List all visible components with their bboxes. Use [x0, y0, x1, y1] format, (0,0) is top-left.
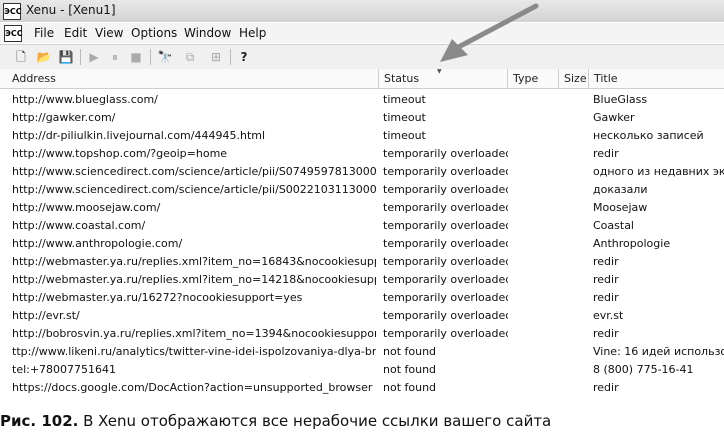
cell-status: temporarily overloaded	[383, 255, 508, 268]
table-row[interactable]: http://www.coastal.com/temporarily overl…	[0, 217, 724, 235]
cell-status: not found	[383, 363, 437, 376]
table-row[interactable]: http://www.topshop.com/?geoip=home tempor…	[0, 145, 724, 163]
cell-address: http://evr.st/	[12, 309, 80, 322]
cell-status: temporarily overloaded	[383, 219, 508, 232]
table-row[interactable]: https://docs.google.com/DocAction?action…	[0, 379, 724, 397]
cell-title: redir	[593, 255, 619, 268]
cell-address: tel:+78007751641	[12, 363, 117, 376]
table-row[interactable]: http://webmaster.ya.ru/replies.xml?item_…	[0, 271, 724, 289]
cell-address: http://webmaster.ya.ru/16272?nocookiesup…	[12, 291, 303, 304]
table-row[interactable]: http://www.sciencedirect.com/science/art…	[0, 181, 724, 199]
cell-address: https://docs.google.com/DocAction?action…	[12, 381, 373, 394]
cell-title: Anthropologie	[593, 237, 671, 250]
cell-status: temporarily overloaded	[383, 183, 508, 196]
cell-title: redir	[593, 291, 619, 304]
cell-address: http://www.moosejaw.com/	[12, 201, 161, 214]
table-row[interactable]: http://www.moosejaw.com/temporarily over…	[0, 199, 724, 217]
cell-status: not found	[383, 345, 437, 358]
figure-caption: Рис. 102. В Xenu отображаются все нерабо…	[0, 412, 551, 430]
cell-status: timeout	[383, 111, 426, 124]
cell-status: timeout	[383, 93, 426, 106]
cell-address: http://dr-piliulkin.livejournal.com/4449…	[12, 129, 266, 142]
cell-status: temporarily overloaded	[383, 327, 508, 340]
cell-title: redir	[593, 381, 619, 394]
cell-status: temporarily overloaded	[383, 165, 508, 178]
cell-address: http://gawker.com/	[12, 111, 116, 124]
cell-status: temporarily overloaded	[383, 237, 508, 250]
cell-title: Gawker	[593, 111, 635, 124]
table-row[interactable]: http://bobrosvin.ya.ru/replies.xml?item_…	[0, 325, 724, 343]
table-row[interactable]: tel:+78007751641 not found 8 (800) 775-16-…	[0, 361, 724, 379]
cell-address: http://www.sciencedirect.com/science/art…	[12, 183, 376, 196]
cell-address: http://webmaster.ya.ru/replies.xml?item_…	[12, 273, 376, 286]
cell-status: timeout	[383, 129, 426, 142]
cell-title: redir	[593, 273, 619, 286]
cell-title: 8 (800) 775-16-41	[593, 363, 694, 376]
cell-status: temporarily overloaded	[383, 147, 508, 160]
cell-address: http://www.blueglass.com/	[12, 93, 158, 106]
cell-title: одного из недавних экспе	[593, 165, 724, 178]
cell-status: temporarily overloaded	[383, 291, 508, 304]
cell-address: http://www.anthropologie.com/	[12, 237, 183, 250]
table-row[interactable]: http://gawker.com/timeout Gawker	[0, 109, 724, 127]
cell-title: доказали	[593, 183, 648, 196]
figure-text: В Xenu отображаются все нерабочие ссылки…	[83, 412, 552, 430]
annotation-arrow-icon	[440, 3, 539, 62]
cell-title: BlueGlass	[593, 93, 648, 106]
cell-status: not found	[383, 381, 437, 394]
table-row[interactable]: http://www.blueglass.com/timeout BlueGlas…	[0, 91, 724, 109]
figure-label: Рис. 102.	[0, 412, 79, 430]
cell-address: http://www.sciencedirect.com/science/art…	[12, 165, 376, 178]
cell-status: temporarily overloaded	[383, 309, 508, 322]
cell-title: Coastal	[593, 219, 634, 232]
cell-status: temporarily overloaded	[383, 201, 508, 214]
cell-title: Vine: 16 идей использова	[593, 345, 724, 358]
table-row[interactable]: http://www.anthropologie.com/temporarily…	[0, 235, 724, 253]
xenu-window: ЭCC Xenu - [Xenu1] ЭCC File Edit View Op…	[0, 0, 724, 398]
table-row[interactable]: ttp://www.likeni.ru/analytics/twitter-vi…	[0, 343, 724, 361]
cell-address: http://www.coastal.com/	[12, 219, 146, 232]
cell-title: несколько записей	[593, 129, 704, 142]
table-row[interactable]: http://www.sciencedirect.com/science/art…	[0, 163, 724, 181]
table-row[interactable]: http://webmaster.ya.ru/replies.xml?item_…	[0, 253, 724, 271]
cell-status: temporarily overloaded	[383, 273, 508, 286]
cell-title: redir	[593, 147, 619, 160]
cell-address: ttp://www.likeni.ru/analytics/twitter-vi…	[12, 345, 376, 358]
cell-address: http://webmaster.ya.ru/replies.xml?item_…	[12, 255, 376, 268]
results-list: http://www.blueglass.com/timeout BlueGlas…	[0, 91, 724, 397]
cell-address: http://www.topshop.com/?geoip=home	[12, 147, 228, 160]
cell-title: Moosejaw	[593, 201, 648, 214]
cell-address: http://bobrosvin.ya.ru/replies.xml?item_…	[12, 327, 376, 340]
table-row[interactable]: http://evr.st/temporarily overloaded evr.…	[0, 307, 724, 325]
cell-title: redir	[593, 327, 619, 340]
table-row[interactable]: http://webmaster.ya.ru/16272?nocookiesup…	[0, 289, 724, 307]
table-row[interactable]: http://dr-piliulkin.livejournal.com/4449…	[0, 127, 724, 145]
cell-title: evr.st	[593, 309, 624, 322]
